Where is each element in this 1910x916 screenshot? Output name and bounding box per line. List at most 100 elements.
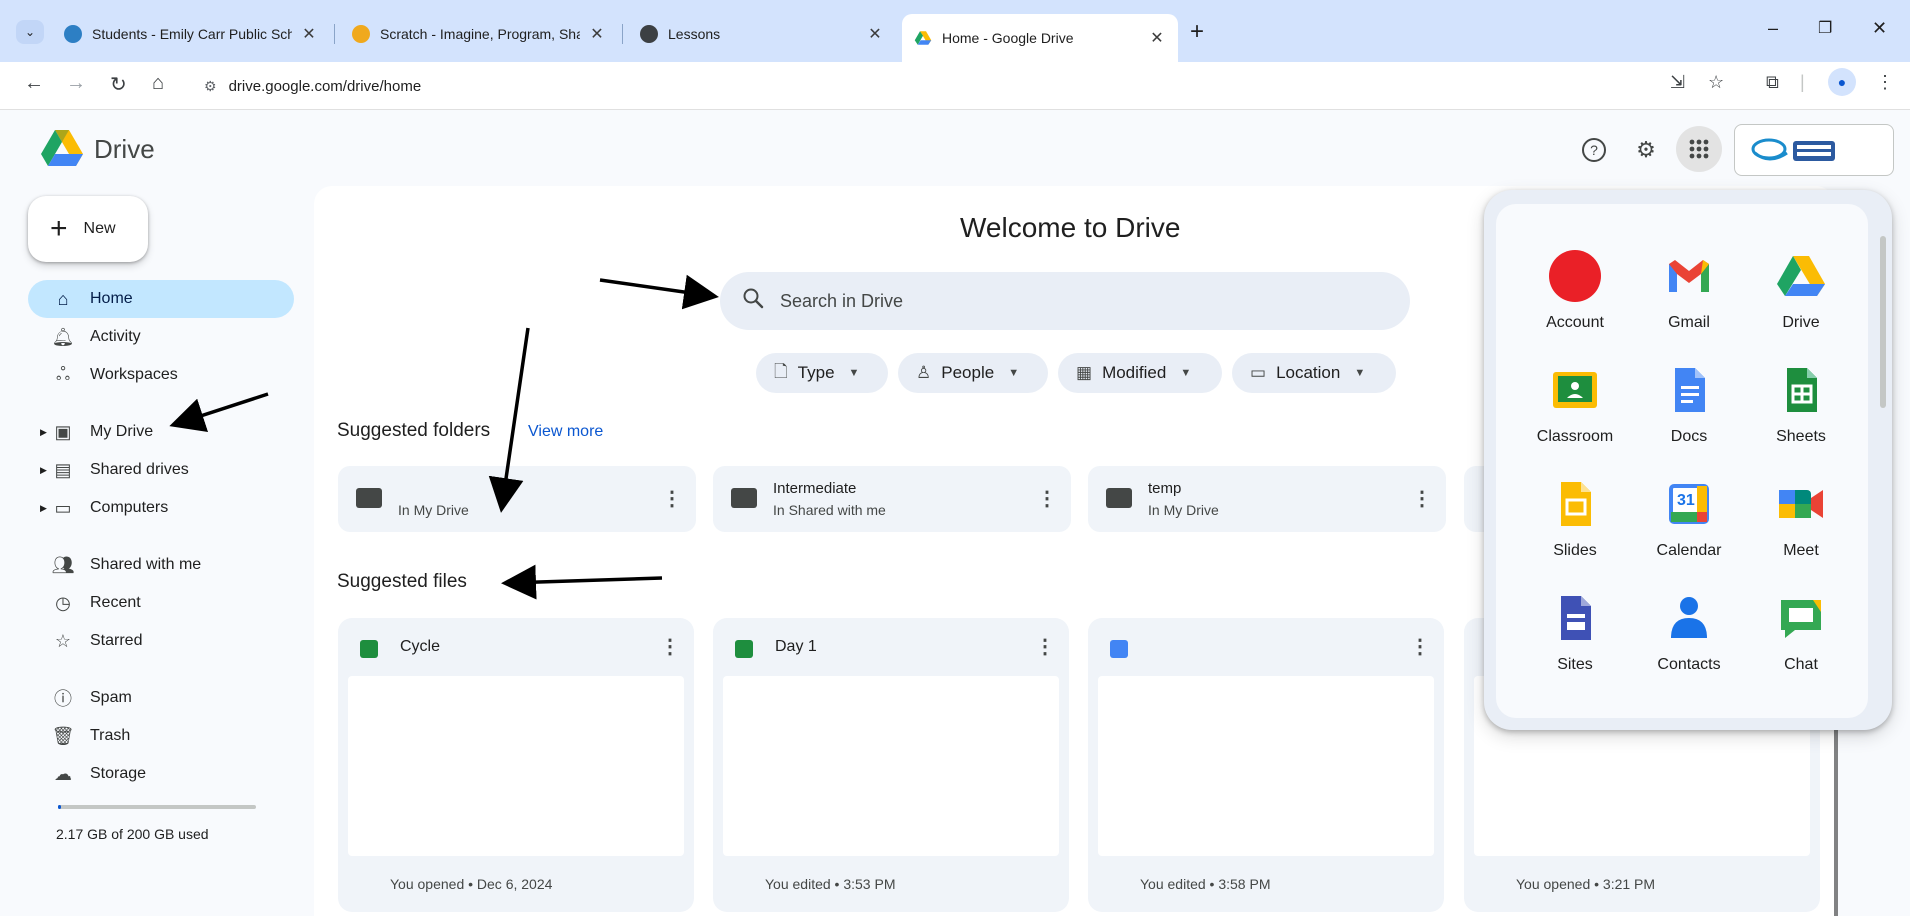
new-button[interactable]: + New (28, 196, 148, 262)
sidebar-item-starred[interactable]: ☆ Starred (28, 622, 294, 660)
app-drive[interactable]: Drive (1746, 250, 1856, 332)
minimize-icon[interactable]: – (1768, 18, 1778, 39)
close-tab-icon[interactable]: ✕ (588, 24, 606, 44)
folder-location: In My Drive (1148, 502, 1219, 518)
tab-lessons[interactable]: Lessons ✕ (628, 14, 896, 54)
filter-chip-people[interactable]: ♙ People ▼ (898, 353, 1048, 393)
close-tab-icon[interactable]: ✕ (300, 24, 318, 44)
organization-logo[interactable] (1734, 124, 1894, 176)
app-sites[interactable]: Sites (1520, 592, 1630, 674)
drive-logo-icon[interactable] (40, 128, 84, 168)
close-tab-icon[interactable]: ✕ (866, 24, 884, 44)
help-icon[interactable]: ? (1580, 136, 1608, 164)
search-input[interactable]: Search in Drive (720, 272, 1410, 330)
expand-caret-icon[interactable]: ▶ (40, 465, 47, 476)
file-activity: You opened • 3:21 PM (1516, 876, 1656, 892)
app-classroom[interactable]: Classroom (1520, 364, 1630, 446)
filter-chip-location[interactable]: ▭ Location ▼ (1232, 353, 1396, 393)
close-tab-icon[interactable]: ✕ (1148, 28, 1166, 48)
app-sheets[interactable]: Sheets (1746, 364, 1856, 446)
folder-name: temp (1148, 480, 1182, 497)
file-card[interactable]: Cycle ⋮ You opened • Dec 6, 2024 (338, 618, 694, 912)
app-label: Calendar (1656, 542, 1722, 559)
cloud-icon: ☁︎ (54, 763, 72, 784)
sidebar-item-trash[interactable]: 🗑︎ Trash (28, 717, 294, 755)
trash-icon: 🗑︎ (51, 725, 75, 746)
tab-search-button[interactable]: ⌄ (16, 20, 44, 44)
app-label: Chat (1784, 656, 1818, 673)
suggested-files-heading: Suggested files (337, 571, 467, 592)
settings-gear-icon[interactable]: ⚙ (1632, 136, 1660, 164)
suggested-folders-heading: Suggested folders (337, 420, 491, 441)
folder-card[interactable]: Intermediate In Shared with me ⋮ (713, 466, 1071, 532)
reload-icon[interactable]: ↻ (110, 72, 127, 97)
app-account[interactable]: Account (1520, 250, 1630, 332)
file-thumbnail[interactable] (723, 676, 1059, 856)
url-text[interactable]: drive.google.com/drive/home (229, 78, 422, 95)
sheets-file-icon (735, 640, 753, 658)
window-close-icon[interactable]: ✕ (1872, 18, 1887, 39)
sidebar-item-recent[interactable]: ◷ Recent (28, 584, 294, 622)
drive-title[interactable]: Drive (94, 134, 155, 165)
install-app-icon[interactable]: ⇲ (1670, 72, 1685, 93)
folder-card[interactable]: In My Drive ⋮ (338, 466, 696, 532)
app-gmail[interactable]: Gmail (1634, 250, 1744, 332)
forward-arrow-icon[interactable]: → (66, 72, 86, 95)
folder-icon (1106, 488, 1132, 508)
restore-icon[interactable]: ❐ (1818, 18, 1832, 38)
more-options-icon[interactable]: ⋮ (662, 486, 682, 511)
sidebar-item-my-drive[interactable]: ▶ ▣ My Drive (28, 413, 294, 451)
file-card[interactable]: Day 1 ⋮ You edited • 3:53 PM (713, 618, 1069, 912)
google-apps-icon[interactable] (1676, 126, 1722, 172)
app-chat[interactable]: Chat (1746, 592, 1856, 674)
expand-caret-icon[interactable]: ▶ (40, 427, 47, 438)
more-options-icon[interactable]: ⋮ (660, 634, 680, 659)
app-meet[interactable]: Meet (1746, 478, 1856, 560)
tab-scratch[interactable]: Scratch - Imagine, Program, Sha ✕ (340, 14, 618, 54)
more-options-icon[interactable]: ⋮ (1037, 486, 1057, 511)
sidebar-item-shared-drives[interactable]: ▶ ▤ Shared drives (28, 451, 294, 489)
site-info-icon[interactable]: ⚙ (204, 78, 217, 95)
app-docs[interactable]: Docs (1634, 364, 1744, 446)
file-thumbnail[interactable] (1098, 676, 1434, 856)
slides-icon (1549, 478, 1601, 530)
app-calendar[interactable]: 31 Calendar (1634, 478, 1744, 560)
filter-chip-type[interactable]: 🗋︎ Type ▼ (756, 353, 888, 393)
bookmark-star-icon[interactable]: ☆ (1708, 72, 1724, 93)
tab-separator (622, 24, 623, 44)
sidebar-item-workspaces[interactable]: ஃ Workspaces (28, 356, 294, 394)
app-contacts[interactable]: Contacts (1634, 592, 1744, 674)
new-tab-button[interactable]: + (1190, 18, 1204, 46)
browser-menu-icon[interactable]: ⋮ (1876, 72, 1894, 93)
sidebar-item-activity[interactable]: 🔔︎ Activity (28, 318, 294, 356)
tab-google-drive[interactable]: Home - Google Drive ✕ (902, 14, 1178, 62)
workspaces-icon: ஃ (55, 363, 71, 384)
view-more-link[interactable]: View more (528, 423, 603, 441)
sidebar-item-shared-with-me[interactable]: 👥︎ Shared with me (28, 546, 294, 584)
sidebar-item-home[interactable]: ⌂ Home (28, 280, 294, 318)
file-card[interactable]: ⋮ You edited • 3:58 PM (1088, 618, 1444, 912)
sidebar-item-computers[interactable]: ▶ ▭ Computers (28, 489, 294, 527)
app-slides[interactable]: Slides (1520, 478, 1630, 560)
profile-avatar-icon[interactable]: ● (1828, 68, 1856, 96)
more-options-icon[interactable]: ⋮ (1410, 634, 1430, 659)
search-icon (742, 287, 764, 315)
more-options-icon[interactable]: ⋮ (1412, 486, 1432, 511)
more-options-icon[interactable]: ⋮ (1035, 634, 1055, 659)
filter-chip-modified[interactable]: ▦ Modified ▼ (1058, 353, 1222, 393)
sidebar-item-label: Computers (90, 499, 169, 516)
address-bar[interactable]: ⚙ drive.google.com/drive/home (190, 70, 1670, 102)
back-arrow-icon[interactable]: ← (24, 72, 44, 95)
sidebar-item-storage[interactable]: ☁︎ Storage (28, 755, 294, 793)
file-thumbnail[interactable] (348, 676, 684, 856)
home-icon: ⌂ (57, 288, 69, 309)
tab-students[interactable]: Students - Emily Carr Public Sch ✕ (52, 14, 330, 54)
sidebar-item-spam[interactable]: ⓘ Spam (28, 679, 294, 717)
extensions-icon[interactable]: ⧉ (1766, 72, 1779, 93)
chip-label: Modified (1102, 363, 1167, 382)
folder-card[interactable]: temp In My Drive ⋮ (1088, 466, 1446, 532)
home-button-icon[interactable]: ⌂ (152, 72, 164, 95)
sidebar-item-label: Workspaces (90, 366, 178, 383)
apps-panel-scrollbar[interactable] (1880, 236, 1886, 408)
expand-caret-icon[interactable]: ▶ (40, 503, 47, 514)
